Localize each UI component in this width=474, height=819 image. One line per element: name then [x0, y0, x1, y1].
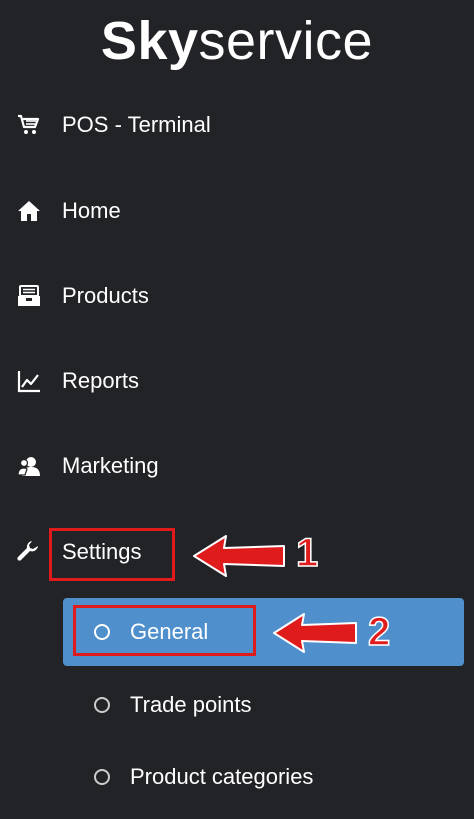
nav-label-pos-terminal: POS - Terminal [62, 112, 211, 137]
nav-label-home: Home [62, 198, 121, 223]
submenu-label-product-categories: Product categories [130, 764, 314, 789]
skyservice-logo: Skyservice [0, 6, 474, 76]
nav-item-marketing[interactable]: Marketing [0, 441, 474, 491]
nav-item-settings[interactable]: Settings [0, 527, 474, 577]
nav-item-pos-terminal[interactable]: POS - Terminal [0, 100, 474, 150]
nav-label-settings: Settings [62, 539, 142, 564]
home-icon [16, 198, 42, 224]
nav-item-products[interactable]: Products [0, 271, 474, 321]
cart-icon [16, 112, 42, 138]
radio-circle-icon [94, 624, 110, 640]
radio-circle-icon [94, 697, 110, 713]
submenu-item-product-categories[interactable]: Product categories [63, 743, 464, 811]
submenu-label-trade-points: Trade points [130, 692, 252, 717]
line-chart-icon [16, 368, 42, 394]
users-icon [16, 453, 42, 479]
step-number-1: 1 [295, 531, 319, 575]
logo-bold-part: Sky [100, 11, 199, 71]
submenu-label-general: General [130, 619, 209, 644]
nav-item-reports[interactable]: Reports [0, 356, 474, 406]
step-number-2: 2 [367, 610, 391, 654]
logo-regular-part: service [198, 11, 374, 71]
submenu-item-trade-points[interactable]: Trade points [63, 671, 464, 739]
nav-item-home[interactable]: Home [0, 186, 474, 236]
wrench-icon [16, 539, 42, 565]
nav-label-products: Products [62, 283, 149, 308]
radio-circle-icon [94, 769, 110, 785]
submenu-item-general[interactable]: General [63, 598, 464, 666]
nav-label-reports: Reports [62, 368, 140, 393]
products-box-icon [16, 283, 42, 309]
nav-label-marketing: Marketing [62, 453, 159, 478]
